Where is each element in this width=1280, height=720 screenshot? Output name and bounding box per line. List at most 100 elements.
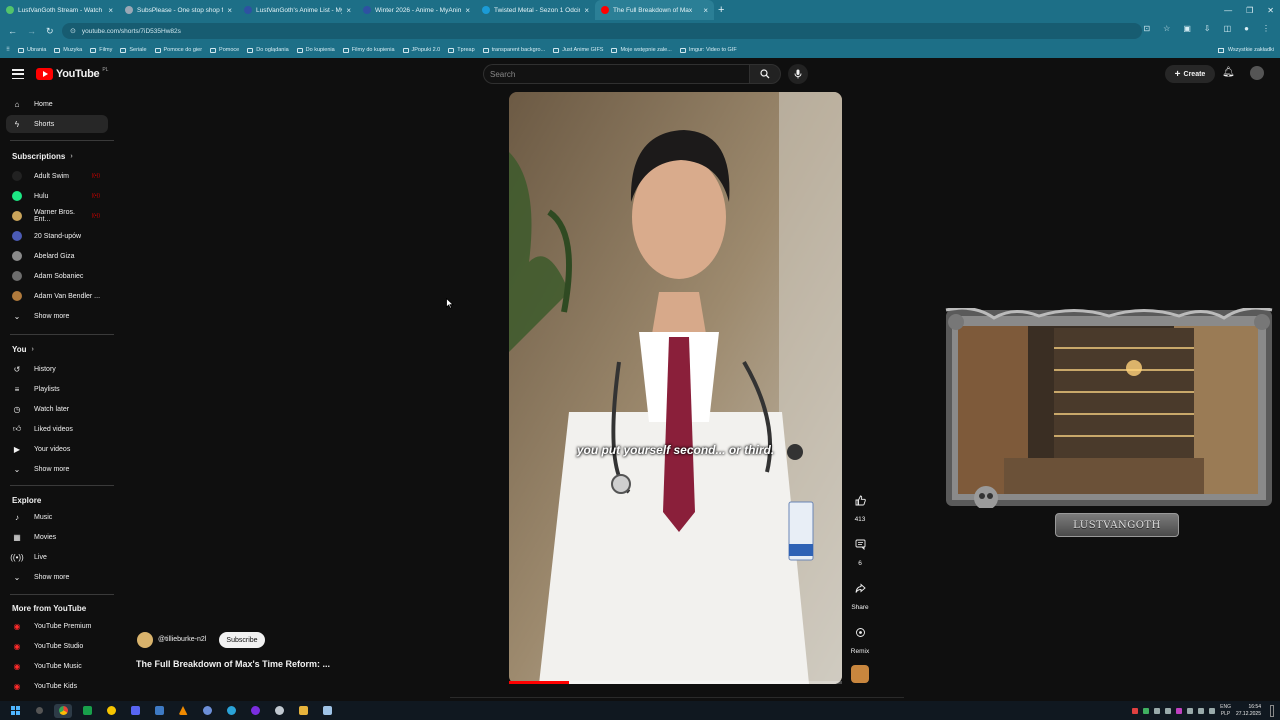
search-taskbar-icon[interactable] (30, 704, 48, 718)
you-heading[interactable]: You › (12, 345, 34, 354)
tray-app-icon[interactable] (1143, 707, 1150, 714)
bookmark-item[interactable]: JPopuki 2.0 (402, 47, 440, 53)
sound-thumbnail[interactable] (851, 665, 869, 683)
subscription-item[interactable]: 20 Stand-upów (6, 227, 108, 245)
shorts-video-player[interactable] (509, 92, 842, 684)
forward-icon[interactable]: → (27, 26, 36, 36)
bookmark-item[interactable]: Muzyka (54, 47, 82, 53)
close-window-icon[interactable]: ✕ (1267, 6, 1274, 15)
sidebar-item-playlists[interactable]: ≡ Playlists (6, 380, 108, 398)
tray-app-icon[interactable] (1176, 707, 1183, 714)
browser-tab[interactable]: The Full Breakdown of Max × (595, 0, 714, 20)
subscription-item[interactable]: Adam Van Bendler ... (6, 287, 108, 305)
maximize-icon[interactable]: ❐ (1246, 6, 1253, 15)
minimize-icon[interactable]: — (1224, 6, 1232, 15)
sidebar-item-live[interactable]: ((•)) Live (6, 548, 108, 566)
video-title[interactable]: The Full Breakdown of Max's Time Reform:… (136, 659, 330, 669)
bookmark-item[interactable]: Filmy do kupienia (342, 47, 395, 53)
tray-app-icon[interactable] (1132, 707, 1139, 714)
bookmark-item[interactable]: Pomoce (210, 47, 239, 53)
sidebar-item-music[interactable]: ♪ Music (6, 508, 108, 526)
profile-icon[interactable]: ● (1244, 24, 1249, 33)
telegram-taskbar-icon[interactable] (222, 704, 240, 718)
sidebar-item-shorts[interactable]: ϟ Shorts (6, 115, 108, 133)
language-indicator[interactable]: ENG PLP (1220, 704, 1231, 718)
account-avatar[interactable] (1250, 66, 1264, 80)
extension-icon[interactable]: ▣ (1183, 24, 1191, 33)
sidebar-item-your-videos[interactable]: ▶ Your videos (6, 440, 108, 458)
network-icon[interactable] (1198, 707, 1205, 714)
sidebar-item-liked-videos[interactable]: 👍︎ Liked videos (6, 420, 108, 438)
comments-button[interactable]: 6 (846, 534, 874, 567)
remix-button[interactable]: Remix (846, 622, 874, 655)
bookmark-item[interactable]: Do oglądania (247, 47, 289, 53)
notifications-icon[interactable]: 🔔︎ (1222, 67, 1235, 78)
install-icon[interactable]: ⊡ (1143, 24, 1150, 33)
tab-close-icon[interactable]: × (346, 6, 351, 15)
new-tab-button[interactable]: + (718, 4, 724, 16)
sidepanel-icon[interactable]: ◫ (1224, 24, 1232, 33)
tray-app-icon[interactable] (1165, 707, 1172, 714)
show-more-you[interactable]: ⌄ Show more (6, 460, 108, 478)
menu-icon[interactable] (12, 69, 24, 79)
bookmark-item[interactable]: Seriale (120, 47, 147, 53)
sidebar-item-history[interactable]: ↺ History (6, 360, 108, 378)
search-button[interactable] (749, 64, 781, 84)
bookmark-item[interactable]: Filmy (90, 47, 112, 53)
sidebar-item-watch-later[interactable]: ◷ Watch later (6, 400, 108, 418)
steam-taskbar-icon[interactable] (270, 704, 288, 718)
subscription-item[interactable]: Adult Swim ((•)) (6, 167, 108, 185)
sidebar-item-home[interactable]: ⌂ Home (6, 95, 108, 113)
reload-icon[interactable]: ↻ (46, 26, 54, 37)
clock[interactable]: 16:54 27.12.2025 (1236, 704, 1261, 718)
tab-close-icon[interactable]: × (703, 6, 708, 15)
search-input[interactable]: Search (483, 64, 749, 84)
chrome-taskbar-icon[interactable] (54, 703, 72, 718)
subscription-item[interactable]: Hulu ((•)) (6, 187, 108, 205)
bookmark-star-icon[interactable]: ☆ (1163, 24, 1170, 33)
subscription-item[interactable]: Adam Sobaniec (6, 267, 108, 285)
volume-icon[interactable] (1209, 707, 1216, 714)
browser-tab[interactable]: Twisted Metal - Sezon 1 Odcin × (476, 0, 595, 20)
tray-app-icon[interactable] (1154, 707, 1161, 714)
site-info-icon[interactable]: ⊙ (70, 27, 76, 35)
youtube-logo[interactable]: YouTube PL (36, 67, 108, 80)
browser-tab[interactable]: LustVanGoth Stream - Watch L × (0, 0, 119, 20)
norton-taskbar-icon[interactable] (102, 704, 120, 718)
files-taskbar-icon[interactable] (294, 704, 312, 718)
tab-close-icon[interactable]: × (227, 6, 232, 15)
tab-close-icon[interactable]: × (584, 6, 589, 15)
bookmark-item[interactable]: Imgur: Video to GIF (679, 47, 737, 53)
globe-taskbar-icon[interactable] (198, 704, 216, 718)
browser-tab[interactable]: LustVanGoth's Anime List - My × (238, 0, 357, 20)
vlc-taskbar-icon[interactable] (174, 704, 192, 718)
like-button[interactable]: 413 (846, 490, 874, 523)
sidebar-item-movies[interactable]: ▦ Movies (6, 528, 108, 546)
subscribe-button[interactable]: Subscribe (219, 632, 265, 648)
video-progress-bar[interactable] (509, 681, 842, 684)
downloads-icon[interactable]: ⇩ (1204, 24, 1211, 33)
app-taskbar-icon[interactable] (318, 704, 336, 718)
address-bar[interactable]: ⊙ youtube.com/shorts/7iD535Hw82s (62, 23, 1142, 39)
bookmark-item[interactable]: transparent backgro... (482, 47, 545, 53)
show-more-subscriptions[interactable]: ⌄ Show more (6, 307, 108, 325)
browser-tab[interactable]: Winter 2026 - Anime - MyAnim × (357, 0, 476, 20)
browser-tab[interactable]: SubsPlease - One stop shop fo × (119, 0, 238, 20)
tab-close-icon[interactable]: × (465, 6, 470, 15)
bookmark-item[interactable]: Do kupienia (296, 47, 335, 53)
show-more-explore[interactable]: ⌄ Show more (6, 568, 108, 586)
back-icon[interactable]: ← (8, 26, 17, 36)
browser-menu-icon[interactable]: ⋮ (1262, 24, 1270, 33)
tray-app-icon[interactable] (1187, 707, 1194, 714)
bookmark-item[interactable]: Pomoce do gier (154, 47, 202, 53)
channel-name[interactable]: @tillieburke-n2l (158, 636, 206, 643)
tab-close-icon[interactable]: × (108, 6, 113, 15)
youtube-product-item[interactable]: ◉ YouTube Kids (6, 677, 108, 695)
all-bookmarks[interactable]: Wszystkie zakładki (1217, 42, 1274, 58)
obs-taskbar-icon[interactable] (246, 704, 264, 718)
voice-search-button[interactable] (788, 64, 808, 84)
bookmark-item[interactable]: Just Anime GIFS (553, 47, 603, 53)
channel-avatar[interactable] (137, 632, 153, 648)
apps-icon[interactable]: ⠿ (6, 47, 10, 53)
youtube-product-item[interactable]: ◉ YouTube Music (6, 657, 108, 675)
